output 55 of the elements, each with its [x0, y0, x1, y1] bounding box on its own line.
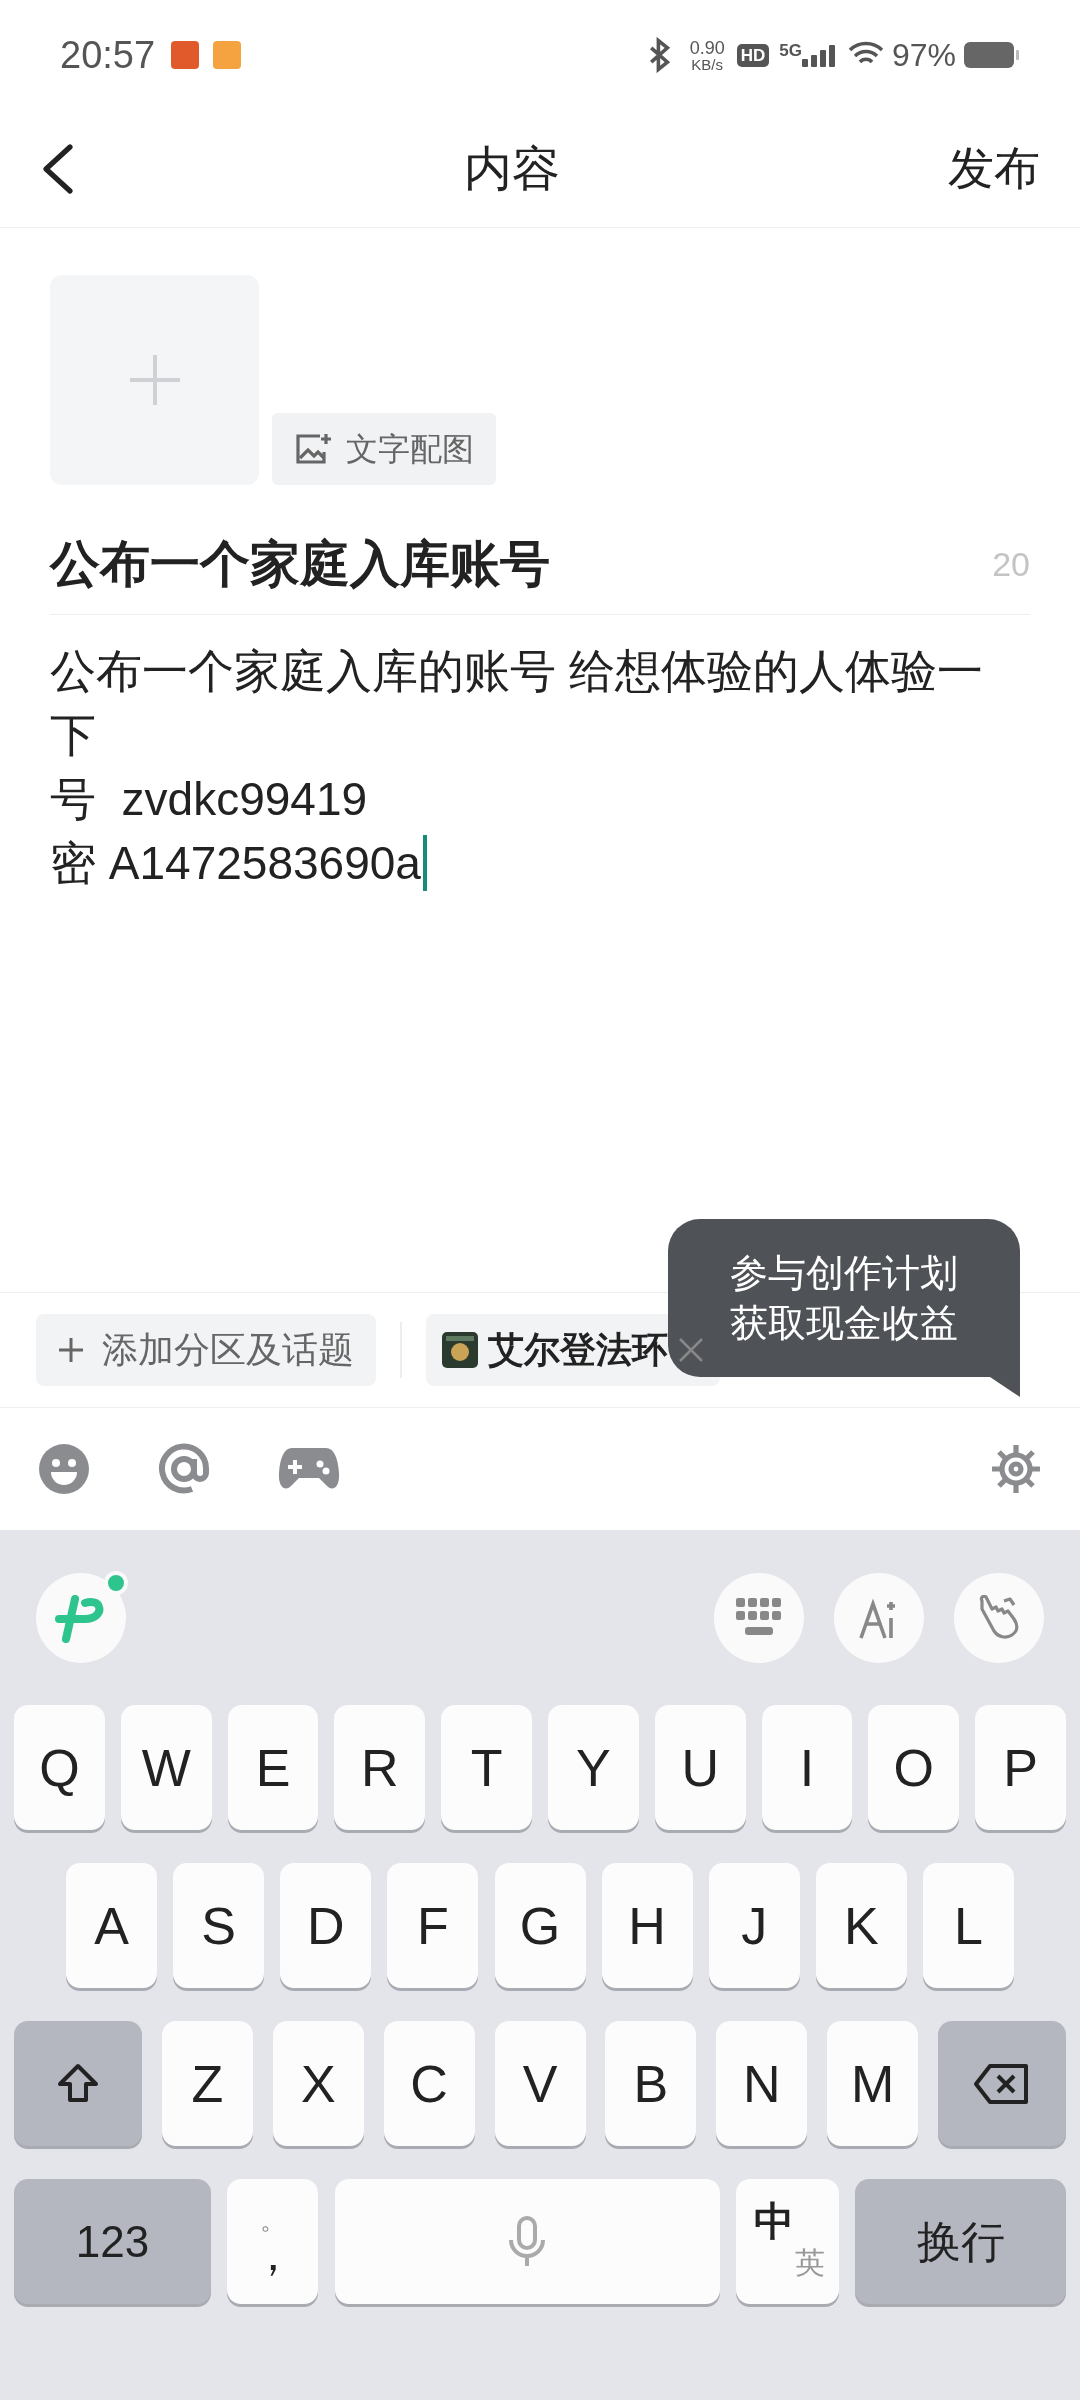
key[interactable]: X	[272, 2021, 364, 2146]
key[interactable]: S	[173, 1863, 265, 1988]
key[interactable]: Q	[14, 1705, 105, 1830]
key[interactable]: V	[494, 2021, 586, 2146]
promo-tooltip[interactable]: 参与创作计划 获取现金收益	[668, 1219, 1020, 1377]
character-count: 20	[992, 544, 1030, 585]
hd-badge: HD	[736, 43, 770, 67]
network-speed-unit: KB/s	[691, 56, 723, 72]
page-title: 内容	[463, 140, 561, 197]
network-type: 5G	[779, 40, 802, 62]
key[interactable]: G	[494, 1863, 586, 1988]
key[interactable]: B	[605, 2021, 697, 2146]
numbers-key[interactable]: 123	[14, 2179, 211, 2304]
key[interactable]: O	[868, 1705, 960, 1830]
tooltip-text: 参与创作计划	[730, 1251, 958, 1296]
key[interactable]: L	[923, 1863, 1014, 1988]
key[interactable]: D	[280, 1863, 372, 1988]
key[interactable]: P	[975, 1705, 1066, 1830]
key[interactable]: T	[441, 1705, 532, 1830]
key-label: 中	[753, 2201, 794, 2241]
body-text: 公布一个家庭入库的账号 给想体验的人体验一	[50, 644, 983, 699]
key[interactable]: M	[827, 2021, 919, 2146]
body-text: 号 zvdkc99419	[50, 772, 368, 827]
key[interactable]: J	[708, 1863, 800, 1988]
key[interactable]: R	[334, 1705, 426, 1830]
status-time: 20:57	[60, 32, 156, 78]
tooltip-text: 获取现金收益	[730, 1301, 958, 1346]
enter-key[interactable]: 换行	[855, 2179, 1066, 2304]
text-picture-button[interactable]: 文字配图	[272, 413, 496, 485]
key[interactable]: F	[387, 1863, 479, 1988]
battery-percent: 97%	[891, 36, 956, 75]
body-field[interactable]: 公布一个家庭入库的账号 给想体验的人体验一 下 号 zvdkc99419 密 A1472583690a	[50, 639, 1030, 895]
add-topic-button[interactable]: 添加分区及话题	[36, 1314, 376, 1386]
key[interactable]: K	[815, 1863, 907, 1988]
punctuation-key[interactable]: 。 ，	[227, 2179, 319, 2304]
topic-label: 艾尔登法环	[488, 1328, 668, 1372]
key-label: 英	[794, 2248, 825, 2278]
key[interactable]: E	[227, 1705, 319, 1830]
network-speed: 0.90	[689, 38, 725, 57]
publish-button[interactable]: 发布	[948, 134, 1040, 203]
key-label: ，	[250, 2232, 295, 2277]
key[interactable]: N	[716, 2021, 808, 2146]
key[interactable]: A	[66, 1863, 157, 1988]
language-key[interactable]: 中 英	[735, 2179, 839, 2304]
key[interactable]: I	[761, 1705, 853, 1830]
key[interactable]: Z	[161, 2021, 253, 2146]
body-text: 下	[50, 708, 96, 763]
key[interactable]: H	[601, 1863, 693, 1988]
key[interactable]: C	[383, 2021, 475, 2146]
post-title: 公布一个家庭入库账号	[50, 535, 551, 594]
key-label: 。	[259, 2206, 286, 2233]
key[interactable]: U	[654, 1705, 746, 1830]
key[interactable]: W	[120, 1705, 212, 1830]
key[interactable]: Y	[548, 1705, 639, 1830]
body-text: 密 A1472583690a	[50, 836, 421, 891]
